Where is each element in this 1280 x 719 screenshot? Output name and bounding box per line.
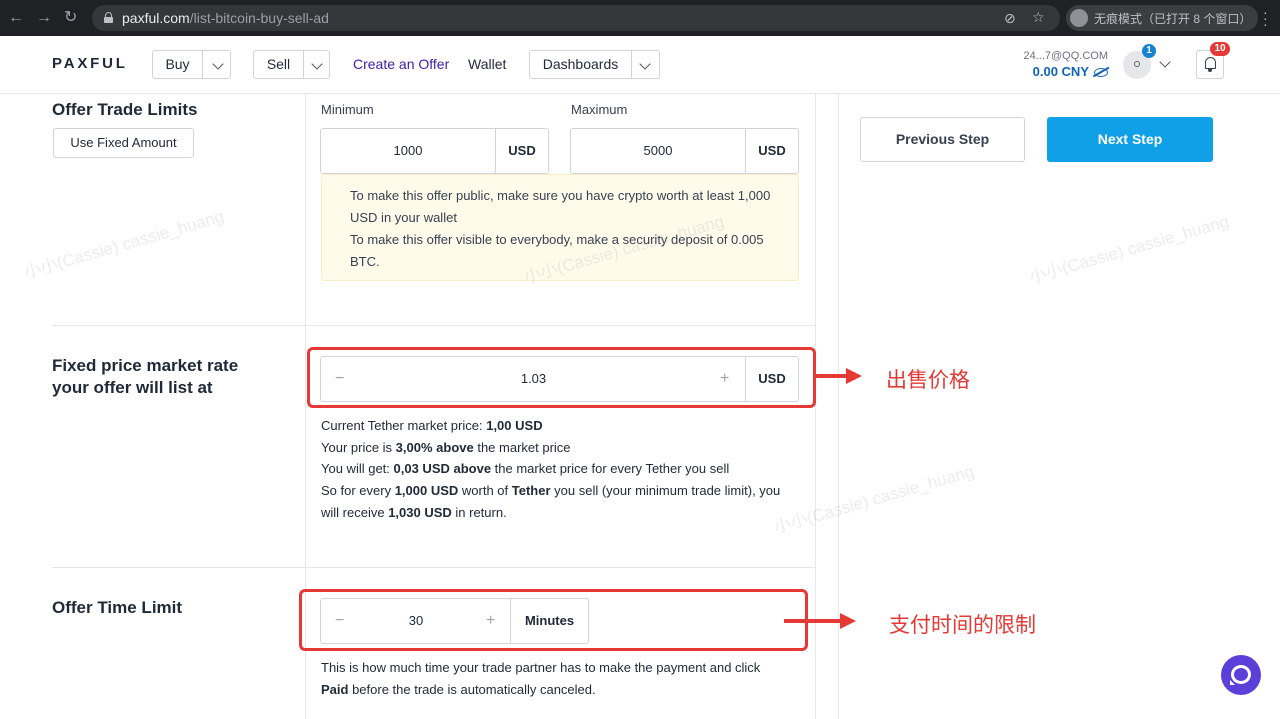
bookmark-star-icon[interactable]: ☆: [1032, 9, 1045, 26]
next-step-button[interactable]: Next Step: [1047, 117, 1213, 162]
tracking-blocked-icon[interactable]: ⊘: [1004, 10, 1016, 27]
time-limit-title: Offer Time Limit: [52, 598, 183, 617]
price-annotation-label: 出售价格: [886, 368, 970, 392]
notification-badge: 10: [1210, 42, 1230, 56]
price-explanation: Current Tether market price: 1,00 USD Yo…: [321, 418, 781, 520]
lock-icon: [104, 12, 113, 23]
chevron-down-icon: [311, 58, 323, 70]
url-text: paxful.com/list-bitcoin-buy-sell-ad: [122, 10, 329, 26]
minimum-amount-field[interactable]: 1000 USD: [320, 128, 549, 174]
watermark: 小小(Cassie) cassie_huang: [21, 206, 227, 283]
previous-step-button[interactable]: Previous Step: [860, 117, 1025, 162]
price-highlight-box: [307, 347, 816, 408]
address-bar[interactable]: paxful.com/list-bitcoin-buy-sell-ad ⊘ ☆: [92, 5, 1060, 31]
minimum-label: Minimum: [321, 102, 374, 117]
hide-balance-icon[interactable]: [1094, 68, 1108, 77]
wallet-link[interactable]: Wallet: [468, 56, 506, 72]
price-annotation-arrow: [816, 368, 862, 384]
buy-dropdown[interactable]: Buy: [152, 50, 231, 79]
dashboards-dropdown[interactable]: Dashboards: [529, 50, 660, 79]
paxful-logo[interactable]: PAXFUL: [52, 55, 128, 72]
profile-badge: 1: [1142, 44, 1156, 58]
wallet-balance: 0.00 CNY: [1023, 64, 1108, 79]
time-limit-description: This is how much time your trade partner…: [321, 660, 761, 697]
time-annotation-label: 支付时间的限制: [889, 613, 1036, 637]
account-email: 24...7@QQ.COM: [1023, 50, 1108, 62]
chevron-down-icon[interactable]: [1159, 56, 1171, 68]
currency-unit: USD: [495, 129, 548, 173]
use-fixed-amount-button[interactable]: Use Fixed Amount: [53, 128, 194, 158]
incognito-icon: [1070, 9, 1088, 27]
reload-icon[interactable]: ↻: [64, 9, 77, 27]
watermark: 小小(Cassie) cassie_huang: [771, 461, 977, 538]
time-highlight-box: [299, 589, 808, 651]
deposit-notice: To make this offer public, make sure you…: [321, 174, 799, 281]
chevron-down-icon: [639, 58, 651, 70]
back-arrow-icon[interactable]: ←: [8, 9, 24, 27]
forward-arrow-icon[interactable]: →: [36, 9, 52, 27]
chevron-down-icon: [212, 58, 224, 70]
time-annotation-arrow: [784, 613, 856, 629]
watermark: 小小(Cassie) cassie_huang: [1026, 211, 1232, 288]
site-header: PAXFUL Buy Sell Create an Offer Wallet D…: [0, 36, 1280, 94]
browser-menu-icon[interactable]: · · ·: [1263, 5, 1269, 31]
browser-toolbar: ← → ↻ paxful.com/list-bitcoin-buy-sell-a…: [0, 0, 1280, 36]
maximum-label: Maximum: [571, 102, 628, 117]
fixed-price-title: Fixed price market rate your offer will …: [52, 356, 239, 397]
currency-unit: USD: [745, 129, 798, 173]
maximum-amount-field[interactable]: 5000 USD: [570, 128, 799, 174]
incognito-indicator[interactable]: 无痕模式（已打开 8 个窗口）: [1066, 5, 1258, 31]
chat-support-button[interactable]: [1221, 655, 1261, 695]
create-offer-link[interactable]: Create an Offer: [353, 56, 449, 72]
account-summary[interactable]: 24...7@QQ.COM 0.00 CNY: [1023, 50, 1108, 79]
bell-icon: [1205, 57, 1216, 72]
sell-dropdown[interactable]: Sell: [253, 50, 330, 79]
trade-limits-title: Offer Trade Limits: [52, 100, 198, 119]
user-icon: [1134, 61, 1140, 67]
